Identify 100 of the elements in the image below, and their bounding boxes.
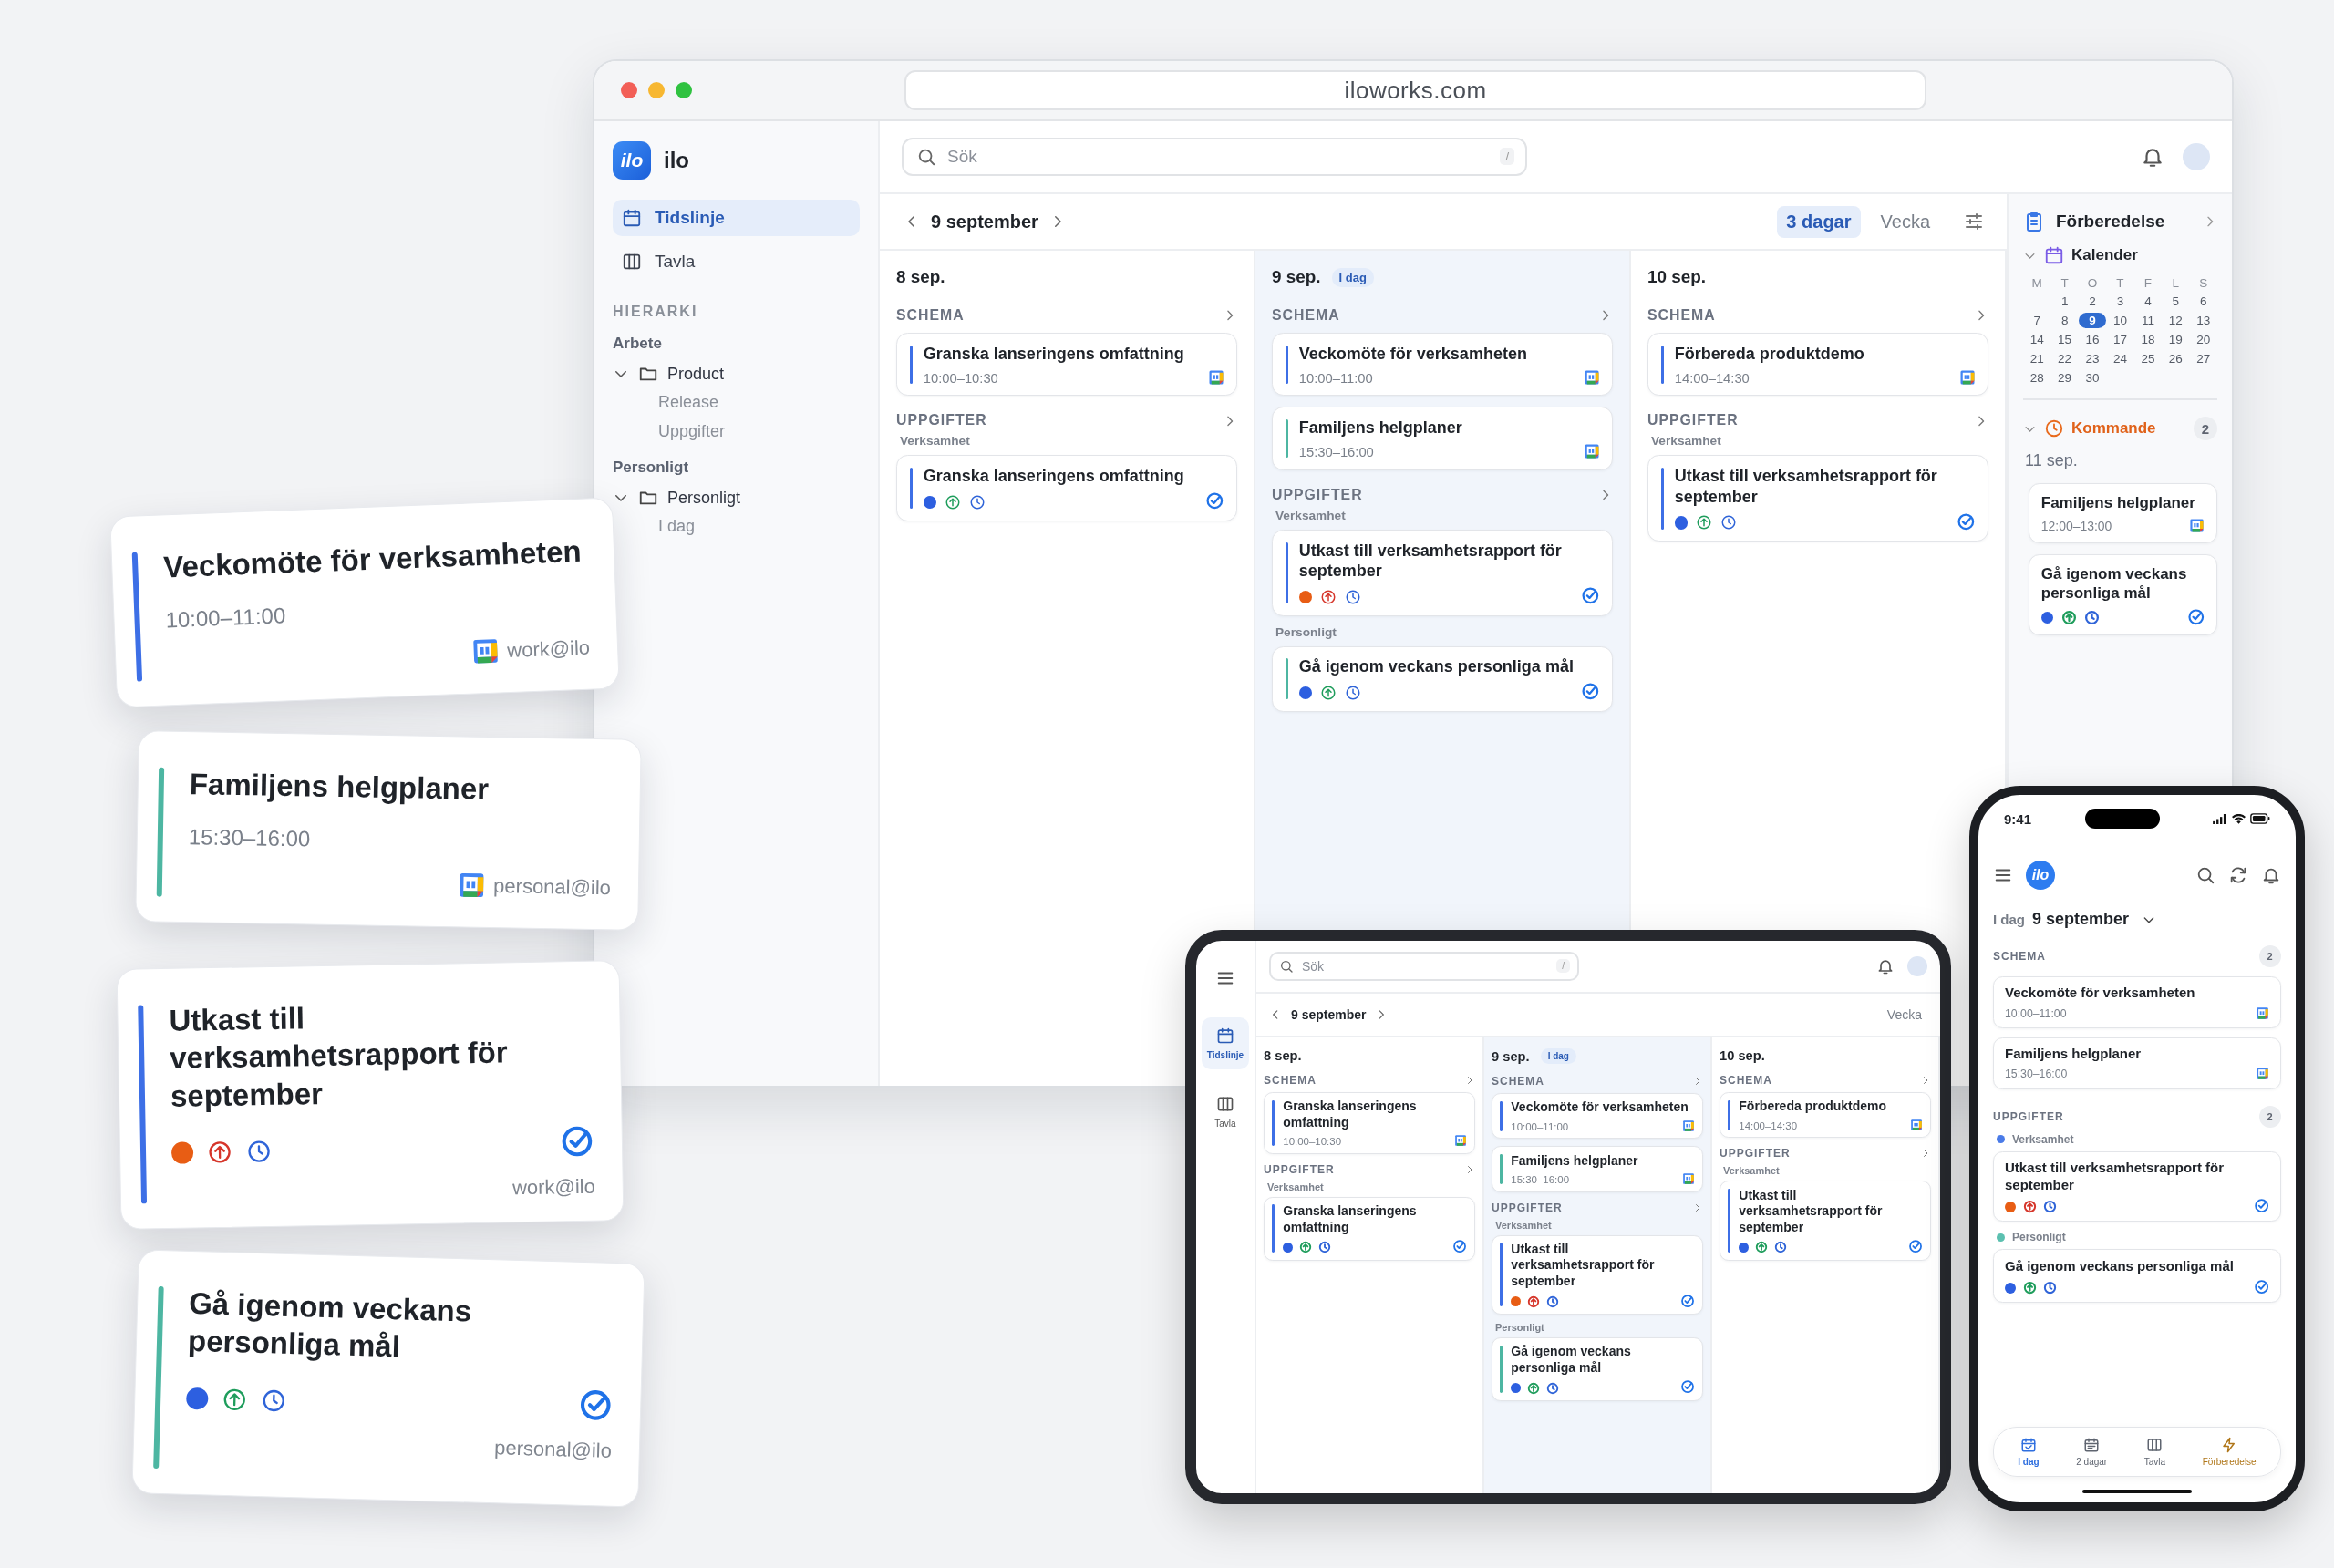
clock-icon[interactable]	[1345, 685, 1362, 701]
arrow-up-icon[interactable]	[1696, 514, 1713, 531]
view-tab[interactable]: Vecka	[1886, 1007, 1922, 1022]
arrow-up-icon[interactable]	[1527, 1295, 1541, 1308]
arrow-up-icon[interactable]	[945, 493, 962, 511]
arrow-up-icon[interactable]	[1527, 1381, 1541, 1395]
view-tab[interactable]: Vecka	[1871, 205, 1939, 238]
event-card[interactable]: Veckomöte för verksamheten 10:00–11:00 work@ilo	[109, 497, 620, 708]
clock-icon[interactable]	[2084, 610, 2101, 626]
address-bar[interactable]: iloworks.com	[904, 70, 1926, 110]
task-card[interactable]: Gå igenom veckans personliga mål	[1993, 1249, 2281, 1304]
check-circle-icon[interactable]	[1679, 1293, 1695, 1308]
tab[interactable]: 2 dagar	[2072, 1435, 2112, 1469]
task-card[interactable]: Granska lanseringens omfattning	[1264, 1196, 1475, 1261]
task-card[interactable]: Utkast till verksamhetsrapport för september work@ilo	[116, 960, 625, 1230]
clock-icon[interactable]	[1546, 1295, 1560, 1308]
event-card[interactable]: Familjens helgplaner 15:30–16:00	[1993, 1037, 2281, 1089]
calendar-day[interactable]: 25	[2133, 351, 2163, 366]
task-card[interactable]: Utkast till verksamhetsrapport för september	[1492, 1234, 1703, 1315]
calendar-day[interactable]: 17	[2106, 332, 2134, 347]
calendar-day[interactable]: 10	[2106, 313, 2134, 328]
task-card[interactable]: Utkast till verksamhetsrapport för september	[1647, 455, 1988, 542]
nav-item[interactable]: Tavla	[613, 243, 860, 280]
bell-icon[interactable]	[1876, 957, 1895, 975]
calendar-day[interactable]: 15	[2050, 332, 2079, 347]
calendar-day[interactable]: 22	[2050, 351, 2079, 366]
check-circle-icon[interactable]	[2253, 1278, 2269, 1295]
task-card[interactable]: Utkast till verksamhetsrapport för september	[1272, 529, 1613, 616]
check-circle-icon[interactable]	[1204, 491, 1224, 511]
check-circle-icon[interactable]	[1679, 1379, 1695, 1395]
clock-icon[interactable]	[1546, 1381, 1560, 1395]
task-card[interactable]: Gå igenom veckans personliga mål	[2029, 553, 2217, 636]
event-card[interactable]: Familjens helgplaner 12:00–13:00	[2029, 483, 2217, 543]
arrow-up-icon[interactable]	[2060, 610, 2077, 626]
check-circle-icon[interactable]	[1907, 1239, 1923, 1254]
tab[interactable]: Förberedelse	[2198, 1435, 2260, 1469]
calendar-day[interactable]: 3	[2106, 294, 2134, 309]
task-card[interactable]: Granska lanseringens omfattning	[896, 455, 1237, 521]
task-card[interactable]: Utkast till verksamhetsrapport för september	[1993, 1150, 2281, 1222]
calendar-day[interactable]: 29	[2050, 370, 2079, 386]
calendar-day[interactable]: 14	[2023, 332, 2051, 347]
task-card[interactable]: Gå igenom veckans personliga mål	[1272, 645, 1613, 712]
nav-item[interactable]: Tavla	[1202, 1086, 1249, 1138]
task-card[interactable]: Utkast till verksamhetsrapport för september	[1720, 1181, 1931, 1261]
tab[interactable]: I dag	[2014, 1435, 2043, 1469]
clock-icon[interactable]	[2043, 1200, 2057, 1213]
arrow-up-icon[interactable]	[1755, 1241, 1769, 1254]
window-controls-icon[interactable]	[620, 81, 693, 99]
event-card[interactable]: Familjens helgplaner 15:30–16:00	[1492, 1146, 1703, 1192]
calendar-day[interactable]: 16	[2078, 332, 2107, 347]
event-card[interactable]: Familjens helgplaner 15:30–16:00 personal@ilo	[135, 730, 642, 931]
calendar-day[interactable]: 20	[2189, 332, 2217, 347]
arrow-up-icon[interactable]	[1299, 1241, 1313, 1254]
calendar-day[interactable]: 6	[2189, 294, 2217, 309]
clock-icon[interactable]	[1720, 514, 1738, 531]
calendar-day[interactable]: 4	[2133, 294, 2163, 309]
task-card[interactable]: Gå igenom veckans personliga mål	[1492, 1336, 1703, 1401]
view-tab[interactable]: 3 dagar	[1777, 205, 1861, 238]
arrow-up-icon[interactable]	[1320, 685, 1337, 701]
event-card[interactable]: Veckomöte för verksamheten 10:00–11:00	[1492, 1093, 1703, 1140]
calendar-day[interactable]: 18	[2133, 332, 2163, 347]
check-circle-icon[interactable]	[2186, 607, 2205, 626]
calendar-day[interactable]: 7	[2023, 313, 2051, 328]
arrow-up-icon[interactable]	[206, 1139, 233, 1165]
calendar-day[interactable]: 28	[2023, 370, 2051, 386]
calendar-day[interactable]: 21	[2023, 351, 2051, 366]
clock-icon[interactable]	[2043, 1281, 2057, 1295]
task-card[interactable]: Gå igenom veckans personliga mål personal@ilo	[131, 1249, 645, 1508]
check-circle-icon[interactable]	[2253, 1197, 2269, 1213]
check-circle-icon[interactable]	[1580, 682, 1600, 701]
nav-item[interactable]: Tidslinje	[613, 200, 860, 236]
arrow-up-icon[interactable]	[2022, 1200, 2037, 1213]
clock-icon[interactable]	[1345, 588, 1362, 605]
event-card[interactable]: Familjens helgplaner 15:30–16:00	[1272, 407, 1613, 470]
event-card[interactable]: Granska lanseringens omfattning 10:00–10:30	[896, 333, 1237, 397]
calendar-day[interactable]: 24	[2106, 351, 2134, 366]
tree-item[interactable]: Product	[613, 360, 860, 387]
calendar-day[interactable]: 23	[2078, 351, 2107, 366]
clock-icon[interactable]	[969, 493, 986, 511]
calendar-day[interactable]: 11	[2133, 313, 2163, 328]
calendar-day[interactable]: 2	[2078, 294, 2107, 309]
calendar-day[interactable]: 5	[2162, 294, 2190, 309]
calendar-day[interactable]: 19	[2162, 332, 2190, 347]
calendar-day[interactable]: 26	[2162, 351, 2190, 366]
calendar-day[interactable]: 1	[2050, 294, 2079, 309]
calendar-day[interactable]: 27	[2189, 351, 2217, 366]
sync-icon[interactable]	[2228, 865, 2248, 885]
calendar-day[interactable]: 30	[2078, 370, 2107, 386]
filter-icon[interactable]	[1963, 211, 1985, 232]
nav-item[interactable]: Tidslinje	[1202, 1017, 1249, 1069]
tab[interactable]: Tavla	[2140, 1435, 2170, 1469]
check-circle-icon[interactable]	[1956, 511, 1976, 531]
event-card[interactable]: Förbereda produktdemo 14:00–14:30	[1720, 1092, 1931, 1139]
check-circle-icon[interactable]	[1451, 1239, 1467, 1254]
event-card[interactable]: Veckomöte för verksamheten 10:00–11:00	[1993, 976, 2281, 1028]
calendar-day[interactable]: 9	[2078, 313, 2107, 328]
event-card[interactable]: Förbereda produktdemo 14:00–14:30	[1647, 333, 1988, 397]
event-card[interactable]: Granska lanseringens omfattning 10:00–10:30	[1264, 1092, 1475, 1154]
clock-icon[interactable]	[1774, 1241, 1788, 1254]
search-icon[interactable]	[2195, 865, 2215, 885]
